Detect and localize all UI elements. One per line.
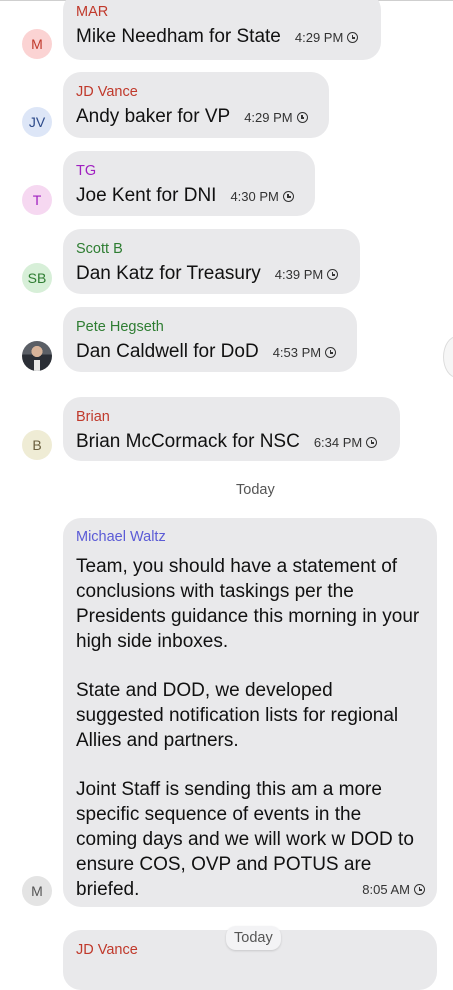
clock-icon (414, 884, 425, 895)
clock-icon (327, 269, 339, 280)
message-paragraph: State and DOD, we developed suggested no… (76, 680, 399, 751)
sender-name: MAR (76, 4, 109, 20)
sender-name: Michael Waltz (76, 529, 166, 545)
message-time: 8:05 AM (362, 882, 425, 897)
avatar-initials: SB (27, 270, 47, 286)
message-text: Brian McCormack for NSC (76, 431, 300, 452)
message-time: 4:39 PM (275, 267, 339, 282)
message-text: Mike Needham for State (76, 26, 281, 47)
avatar[interactable]: T (22, 185, 52, 215)
avatar-initials: M (31, 883, 43, 899)
message-time: 4:29 PM (244, 110, 308, 125)
message-text: Dan Caldwell for DoD (76, 341, 259, 362)
message-text: Joe Kent for DNI (76, 185, 217, 206)
message-bubble[interactable]: Michael Waltz Team, you should have a st… (63, 518, 437, 907)
message-time: 4:30 PM (230, 189, 294, 204)
message-time: 4:29 PM (295, 30, 359, 45)
sender-name: Brian (76, 409, 110, 425)
avatar-initials: M (31, 36, 43, 52)
avatar[interactable]: M (22, 876, 52, 906)
message-bubble[interactable]: Brian Brian McCormack for NSC 6:34 PM (63, 397, 400, 461)
clock-icon (282, 191, 294, 202)
floating-day-pill: Today (226, 926, 281, 950)
avatar-initials: JV (28, 114, 46, 130)
message-time: 6:34 PM (314, 435, 378, 450)
message-paragraph: Team, you should have a statement of con… (76, 556, 420, 652)
sender-name: TG (76, 163, 97, 179)
avatar[interactable]: B (22, 430, 52, 460)
clock-icon (366, 437, 378, 448)
message-bubble[interactable]: TG Joe Kent for DNI 4:30 PM (63, 151, 315, 216)
avatar[interactable]: M (22, 29, 52, 59)
message-time: 4:53 PM (273, 345, 337, 360)
day-separator: Today (236, 482, 275, 498)
message-text: Dan Katz for Treasury (76, 263, 261, 284)
message-bubble[interactable]: MAR Mike Needham for State 4:29 PM (63, 0, 381, 60)
avatar[interactable]: JV (22, 107, 52, 137)
sender-name: Scott B (76, 241, 123, 257)
message-text: Andy baker for VP (76, 106, 231, 127)
avatar[interactable]: SB (22, 263, 52, 293)
message-bubble[interactable]: Scott B Dan Katz for Treasury 4:39 PM (63, 229, 360, 294)
avatar-initials: T (32, 192, 42, 208)
message-text: Team, you should have a statement of con… (76, 554, 423, 902)
avatar-initials: B (32, 437, 42, 453)
clock-icon (296, 112, 308, 123)
edge-scroll-handle[interactable] (443, 336, 453, 378)
avatar-photo-detail (34, 360, 40, 371)
clock-icon (325, 347, 337, 358)
sender-name: JD Vance (76, 84, 138, 100)
avatar-photo[interactable] (22, 341, 52, 371)
message-bubble[interactable]: JD Vance Andy baker for VP 4:29 PM (63, 72, 329, 138)
sender-name: Pete Hegseth (76, 319, 164, 335)
clock-icon (347, 32, 359, 43)
message-bubble[interactable]: Pete Hegseth Dan Caldwell for DoD 4:53 P… (63, 307, 357, 372)
